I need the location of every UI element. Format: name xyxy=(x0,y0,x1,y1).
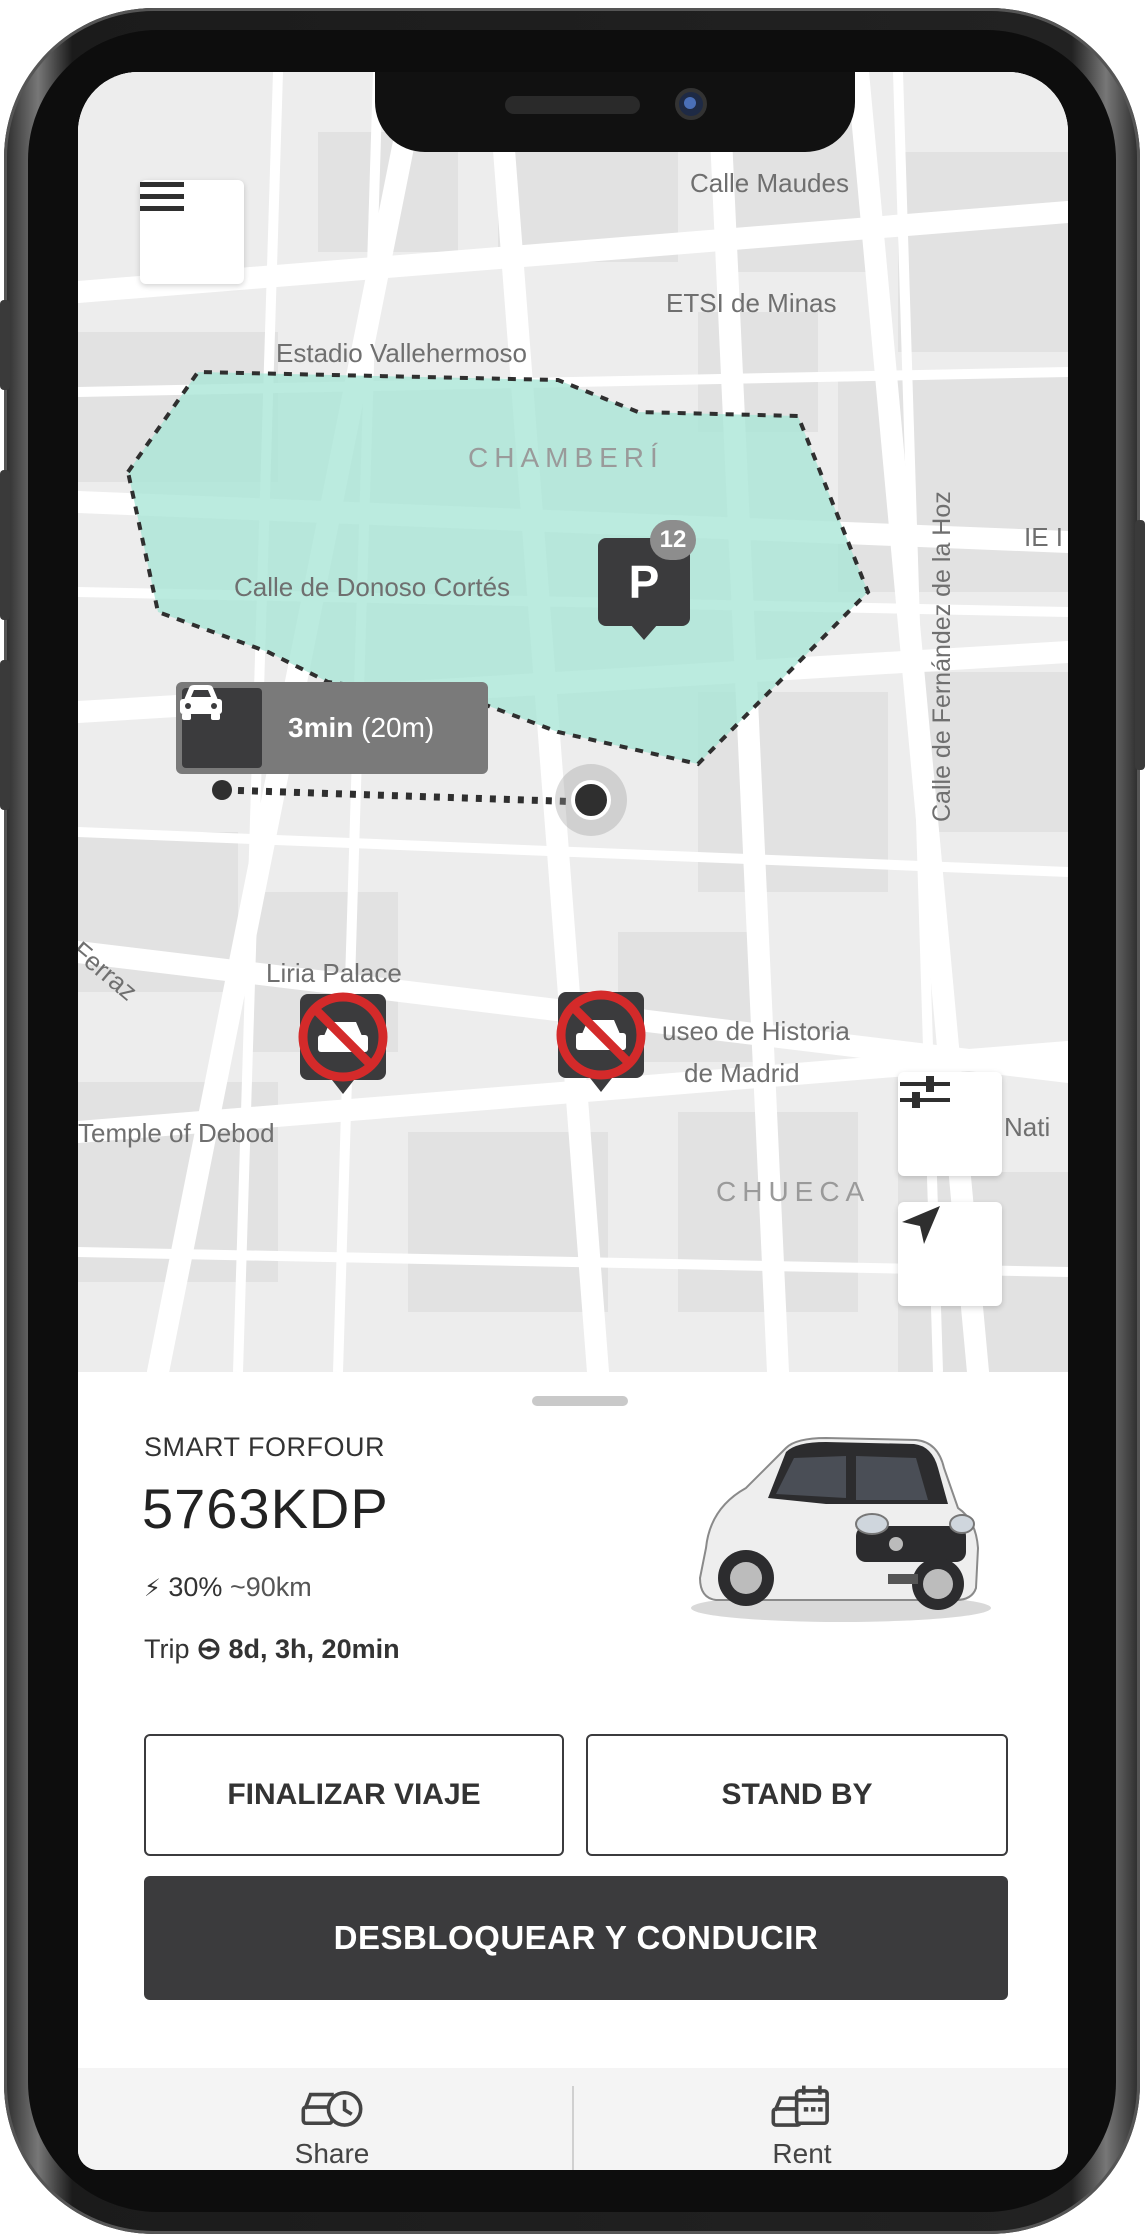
menu-icon xyxy=(140,182,184,211)
map-label-etsi-minas: ETSI de Minas xyxy=(666,288,837,318)
trip-info: Trip 8d, 3h, 20min xyxy=(144,1634,400,1665)
finish-trip-label: FINALIZAR VIAJE xyxy=(227,1778,481,1811)
tab-share-label: Share xyxy=(294,2138,370,2169)
tab-rent-label: Rent xyxy=(772,2138,832,2169)
battery-info: ⚡︎ 30% ~90km xyxy=(144,1572,312,1603)
car-clock-icon xyxy=(301,2090,363,2127)
locate-button[interactable] xyxy=(898,1202,1002,1306)
map-label-estadio: Estadio Vallehermoso xyxy=(276,338,527,368)
car-icon xyxy=(180,685,262,768)
map-label-museo-madrid: de Madrid xyxy=(684,1058,800,1088)
map-label-donoso: Calle de Donoso Cortés xyxy=(234,572,511,602)
user-location-dot xyxy=(571,780,611,820)
map-label-calle-maudes: Calle Maudes xyxy=(690,168,849,198)
no-car-icon[interactable] xyxy=(288,982,398,1102)
map-label-museo: useo de Historia xyxy=(662,1016,850,1046)
vehicle-image xyxy=(691,1436,991,1622)
bottom-tab-bar: Share Rent xyxy=(78,2068,1068,2170)
map-label-fernandez: Calle de Fernández de la Hoz xyxy=(928,491,956,822)
volume-down-button xyxy=(0,660,10,810)
map-label-nati: Nati xyxy=(1004,1112,1051,1142)
tab-rent[interactable]: Rent xyxy=(582,2068,1022,2170)
side-button xyxy=(0,300,10,390)
parking-pin-tail xyxy=(630,624,658,640)
map-view[interactable]: Calle Maudes ETSI de Minas Estadio Valle… xyxy=(78,72,1068,1372)
locate-arrow-icon xyxy=(902,1206,940,1244)
stand-by-button[interactable]: STAND BY xyxy=(586,1734,1008,1856)
eta-text: 3min (20m) xyxy=(288,712,434,744)
app-screen: Calle Maudes ETSI de Minas Estadio Valle… xyxy=(78,72,1068,2170)
eta-distance: (20m) xyxy=(361,712,435,743)
vehicle-plate: 5763KDP xyxy=(142,1477,389,1540)
stand-by-label: STAND BY xyxy=(721,1778,873,1811)
finish-trip-button[interactable]: FINALIZAR VIAJE xyxy=(144,1734,564,1856)
battery-percent: 30% xyxy=(168,1572,223,1602)
trip-label: Trip xyxy=(144,1634,190,1664)
menu-button[interactable] xyxy=(140,180,244,284)
eta-time: 3min xyxy=(288,712,354,743)
tab-share[interactable]: Share xyxy=(112,2068,552,2170)
parking-count-badge: 12 xyxy=(650,520,696,560)
parking-letter: P xyxy=(628,556,660,608)
unlock-and-drive-label: DESBLOQUEAR Y CONDUCIR xyxy=(333,1919,819,1956)
steering-wheel-icon xyxy=(198,1638,220,1660)
vehicle-sheet: SMART FORFOUR 5763KDP ⚡︎ 30% ~90km Trip … xyxy=(78,1372,1068,2170)
vehicle-model: SMART FORFOUR xyxy=(144,1432,386,1462)
map-label-chamberi: CHAMBERÍ xyxy=(468,442,664,473)
map-label-ie: IE I xyxy=(1024,522,1064,552)
unlock-and-drive-button[interactable]: DESBLOQUEAR Y CONDUCIR xyxy=(144,1876,1008,2000)
speaker-grille xyxy=(505,96,640,114)
camera-lens xyxy=(684,97,696,109)
no-car-icon[interactable] xyxy=(546,980,656,1100)
map-label-chueca: CHUECA xyxy=(716,1176,871,1207)
trip-duration: 8d, 3h, 20min xyxy=(228,1634,400,1664)
eta-callout[interactable]: 3min (20m) xyxy=(176,682,488,774)
parking-count: 12 xyxy=(659,526,687,553)
tab-separator xyxy=(572,2086,574,2170)
bolt-icon: ⚡︎ xyxy=(144,1575,161,1602)
map-label-debod: Temple of Debod xyxy=(78,1118,275,1148)
sheet-drag-handle[interactable] xyxy=(532,1396,628,1406)
route-start-dot xyxy=(212,780,232,800)
battery-range: ~90km xyxy=(229,1572,312,1602)
filters-icon xyxy=(900,1076,950,1108)
power-button xyxy=(1135,520,1145,770)
volume-up-button xyxy=(0,470,10,620)
car-calendar-icon xyxy=(771,2085,829,2127)
filters-button[interactable] xyxy=(898,1072,1002,1176)
